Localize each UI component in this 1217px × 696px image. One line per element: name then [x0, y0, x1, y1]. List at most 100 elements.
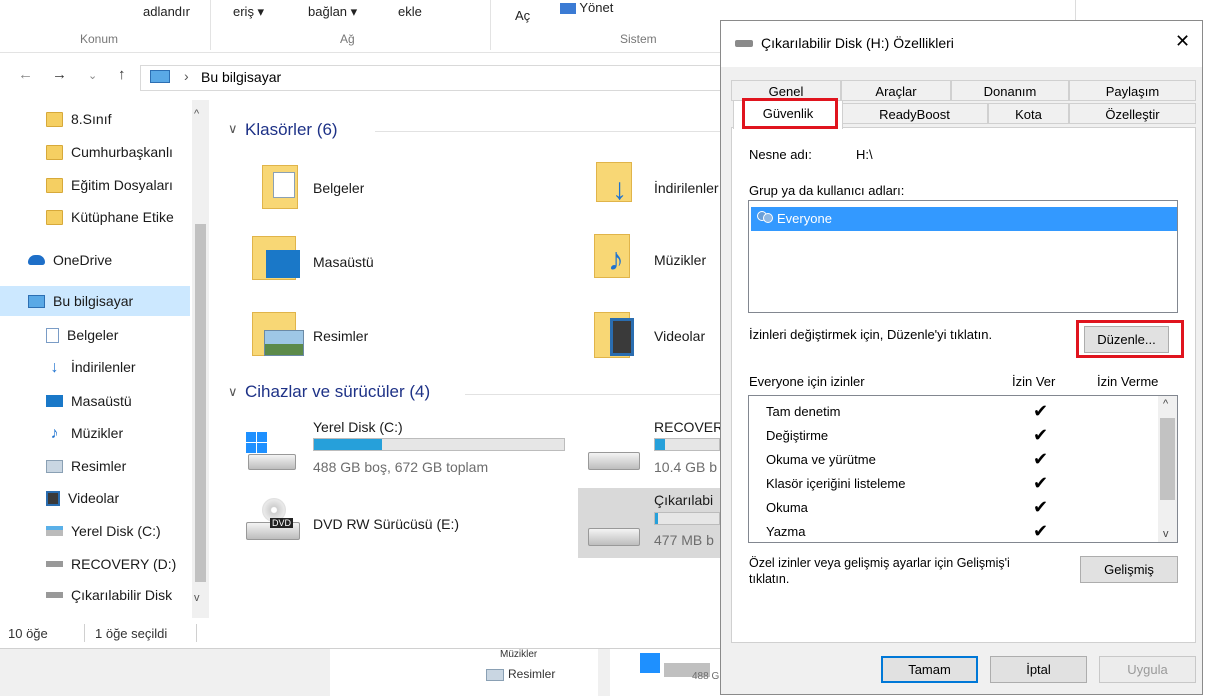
dialog-title: Çıkarılabilir Disk (H:) Özellikleri — [761, 35, 954, 51]
nav-item-label: Yerel Disk (C:) — [71, 523, 161, 539]
folder-documents[interactable]: Belgeler — [313, 180, 364, 196]
permissions-scrollbar-thumb[interactable] — [1160, 418, 1175, 500]
nav-item-label: Cumhurbaşkanlı — [71, 144, 173, 160]
nav-item-drive-c[interactable]: Yerel Disk (C:) — [0, 516, 190, 546]
folder-pictures[interactable]: Resimler — [313, 328, 368, 344]
folder-downloads[interactable]: İndirilenler — [654, 180, 720, 196]
scroll-down-icon[interactable]: v — [1163, 528, 1169, 540]
folder-icon — [46, 111, 63, 127]
forward-arrow-icon[interactable]: → — [52, 66, 67, 83]
nav-item-8-sinif[interactable]: 8.Sınıf — [0, 104, 190, 134]
drive-c-usage-fill — [314, 439, 382, 450]
folders-section-header[interactable]: Klasörler (6) — [245, 120, 338, 140]
ribbon-manage-button[interactable]: Yönet — [560, 0, 613, 15]
nav-item-drive-d[interactable]: RECOVERY (D:) — [0, 549, 190, 579]
check-icon: ✔ — [1033, 473, 1049, 493]
drive-recovery-name[interactable]: RECOVERY — [654, 419, 720, 435]
tab-customize[interactable]: Özelleştir — [1069, 103, 1196, 124]
dvd-drive-name[interactable]: DVD RW Sürücüsü (E:) — [313, 516, 459, 532]
nav-item-onedrive[interactable]: OneDrive — [0, 245, 190, 275]
up-arrow-icon[interactable]: ↑ — [118, 66, 126, 83]
tab-sharing[interactable]: Paylaşım — [1069, 80, 1196, 101]
ribbon-open-button[interactable]: Aç — [515, 8, 530, 23]
drive-c-icon[interactable] — [246, 432, 298, 472]
dialog-title-bar[interactable]: Çıkarılabilir Disk (H:) Özellikleri ✕ — [721, 21, 1202, 67]
tab-hardware[interactable]: Donanım — [951, 80, 1069, 101]
tab-quota[interactable]: Kota — [988, 103, 1069, 124]
ribbon: adlandır eriş ▾ bağlan ▾ ekle Aç Yönet K… — [0, 0, 720, 53]
ribbon-access-button[interactable]: eriş ▾ — [233, 4, 264, 20]
nav-item-cumhurbaskanligi[interactable]: Cumhurbaşkanlı — [0, 137, 190, 167]
ribbon-rename-button[interactable]: adlandır — [143, 4, 190, 19]
nav-item-downloads[interactable]: ↓ İndirilenler — [0, 352, 190, 382]
nav-item-videos[interactable]: Videolar — [0, 483, 190, 513]
nav-item-pictures[interactable]: Resimler — [0, 451, 190, 481]
drive-c-name[interactable]: Yerel Disk (C:) — [313, 419, 403, 435]
close-icon[interactable]: ✕ — [1175, 31, 1190, 52]
nav-item-egitim-dosyalari[interactable]: Eğitim Dosyaları — [0, 170, 190, 200]
scroll-up-icon[interactable]: ^ — [1163, 398, 1168, 410]
nav-item-documents[interactable]: Belgeler — [0, 320, 190, 350]
ribbon-group-system: Sistem — [620, 32, 657, 46]
dvd-drive-icon[interactable]: DVD — [246, 498, 300, 542]
music-folder-icon[interactable]: ♪ — [594, 234, 638, 280]
nav-item-label: İndirilenler — [71, 359, 136, 375]
ribbon-separator — [210, 0, 211, 50]
permissions-header: Everyone için izinler — [749, 374, 865, 389]
nav-item-desktop[interactable]: Masaüstü — [0, 386, 190, 416]
nav-item-label: Resimler — [71, 458, 127, 474]
drive-icon — [46, 526, 63, 536]
documents-folder-icon[interactable] — [262, 165, 298, 209]
permission-name: Klasör içeriğini listeleme — [766, 476, 906, 491]
ribbon-connect-button[interactable]: bağlan ▾ — [308, 4, 357, 20]
nav-item-removable[interactable]: Çıkarılabilir Disk — [0, 580, 190, 610]
status-divider — [196, 624, 197, 642]
group-item-everyone[interactable]: Everyone — [751, 207, 1177, 231]
nav-scrollbar-thumb[interactable] — [195, 224, 206, 582]
cancel-button[interactable]: İptal — [990, 656, 1087, 683]
ribbon-add-button[interactable]: ekle — [398, 4, 422, 19]
scroll-down-icon[interactable]: v — [194, 592, 200, 604]
check-icon: ✔ — [1033, 497, 1049, 517]
recent-dropdown-icon[interactable]: ⌄ — [88, 69, 97, 82]
highlight-box-security-tab — [742, 98, 838, 129]
background-window: Müzikler Resimler 488 G — [0, 648, 720, 696]
collapse-chevron-icon[interactable]: ∨ — [228, 384, 238, 400]
tab-tools[interactable]: Araçlar — [841, 80, 951, 101]
nav-item-music[interactable]: ♪ Müzikler — [0, 418, 190, 448]
nav-item-label: Müzikler — [71, 425, 124, 441]
collapse-chevron-icon[interactable]: ∨ — [228, 121, 238, 137]
permission-row: Yazma ✔ — [749, 520, 1159, 542]
nav-item-kutuphane[interactable]: Kütüphane Etike — [0, 202, 190, 232]
removable-drive-usage-bar — [654, 512, 720, 525]
folder-videos[interactable]: Videolar — [654, 328, 720, 344]
advanced-button[interactable]: Gelişmiş — [1080, 556, 1178, 583]
ok-button[interactable]: Tamam — [881, 656, 978, 683]
apply-button[interactable]: Uygula — [1099, 656, 1196, 683]
folder-desktop[interactable]: Masaüstü — [313, 254, 374, 270]
back-arrow-icon[interactable]: ← — [18, 66, 33, 83]
scroll-up-icon[interactable]: ^ — [194, 108, 199, 120]
permission-name: Yazma — [766, 524, 806, 539]
nav-item-this-pc[interactable]: Bu bilgisayar — [0, 286, 190, 316]
nav-item-label: Bu bilgisayar — [53, 293, 134, 309]
drive-recovery-usage-bar — [654, 438, 720, 451]
devices-section-header[interactable]: Cihazlar ve sürücüler (4) — [245, 382, 430, 402]
drive-recovery-icon[interactable] — [588, 452, 640, 470]
desktop-folder-icon[interactable] — [252, 236, 300, 282]
breadcrumb-this-pc[interactable]: Bu bilgisayar — [201, 69, 281, 85]
nav-item-label: Masaüstü — [71, 393, 132, 409]
pictures-folder-icon[interactable] — [252, 312, 304, 358]
nav-item-label: OneDrive — [53, 252, 113, 268]
background-label-music: Müzikler — [500, 649, 538, 660]
downloads-folder-icon[interactable]: ↓ — [596, 162, 636, 206]
folder-icon — [46, 177, 63, 193]
address-bar[interactable]: › Bu bilgisayar — [140, 65, 732, 91]
tab-readyboost[interactable]: ReadyBoost — [841, 103, 988, 124]
videos-folder-icon[interactable] — [594, 312, 638, 360]
removable-drive-name[interactable]: Çıkarılabi — [654, 492, 720, 508]
advanced-hint-line2: tıklatın. — [749, 572, 790, 586]
folder-music[interactable]: Müzikler — [654, 252, 720, 268]
nav-item-label: RECOVERY (D:) — [71, 556, 177, 572]
removable-drive-icon[interactable] — [588, 528, 640, 546]
